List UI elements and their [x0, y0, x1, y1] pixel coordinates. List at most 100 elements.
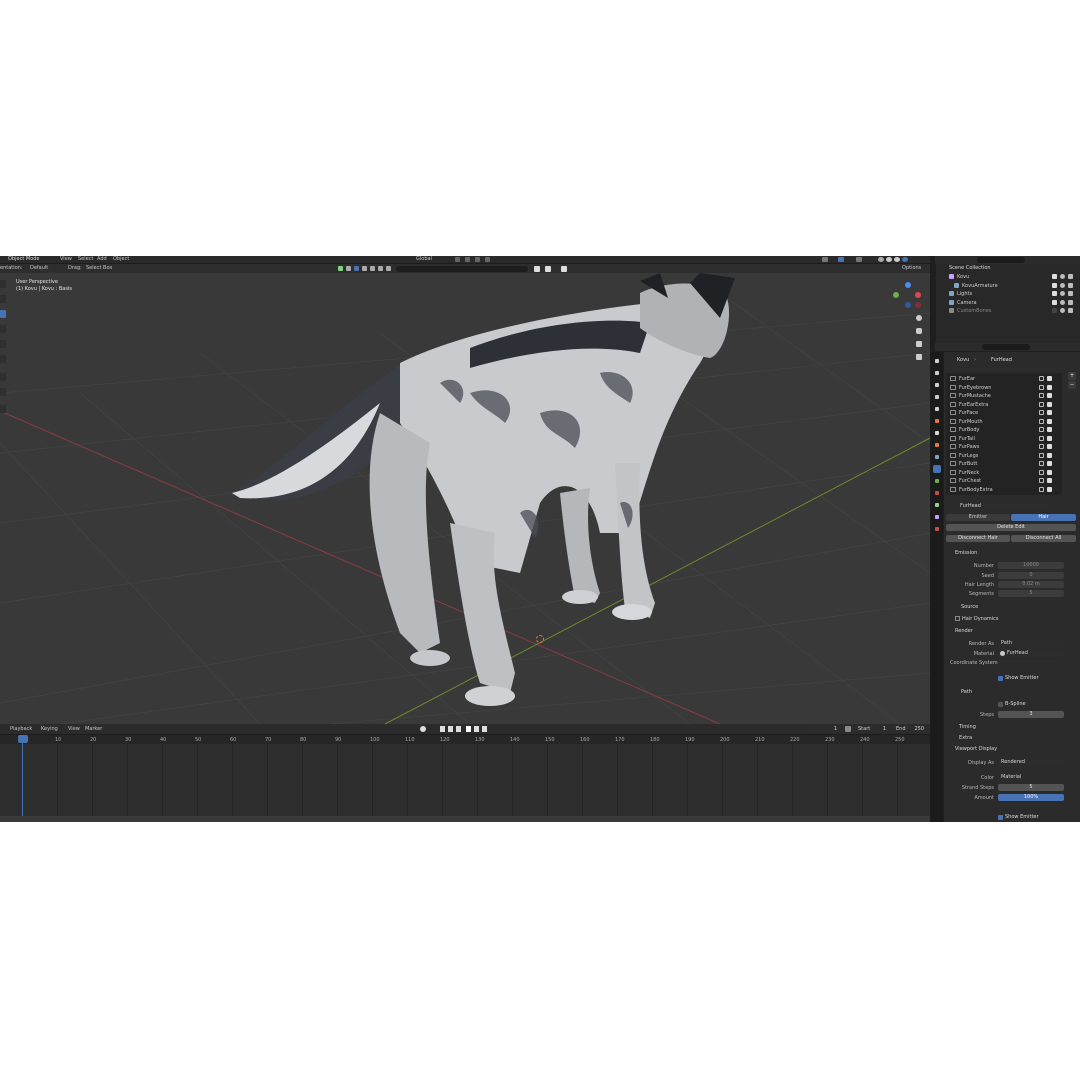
emitter-tab[interactable]: Emitter [946, 514, 1010, 521]
menu-playback[interactable]: Playback [10, 727, 32, 732]
render-visibility-icon[interactable] [1047, 486, 1052, 492]
material-tab-icon[interactable] [933, 513, 941, 521]
render-visibility-icon[interactable] [1047, 427, 1052, 432]
object-tab-icon[interactable] [933, 441, 941, 449]
exclude-checkbox[interactable] [1052, 299, 1057, 305]
render-visibility-icon[interactable] [1047, 452, 1052, 458]
viewport-visibility-icon[interactable] [1039, 393, 1044, 398]
current-frame-marker[interactable] [18, 735, 28, 743]
extra-panel-header[interactable]: Extra [959, 735, 972, 741]
snapping-tools[interactable] [455, 257, 495, 262]
timing-panel-header[interactable]: Timing [959, 724, 976, 730]
disconnect-hair-button[interactable]: Disconnect Hair [946, 535, 1010, 542]
path-subpanel-header[interactable]: Path [961, 689, 972, 695]
particle-system-item[interactable]: FurPaws [948, 443, 1058, 451]
hair-dynamics-panel-header[interactable]: Hair Dynamics [962, 616, 999, 622]
3d-viewport[interactable] [0, 273, 930, 724]
menu-view[interactable]: View [60, 257, 72, 262]
particle-system-item[interactable]: FurEyebrown [948, 384, 1058, 392]
particle-system-item[interactable]: FurEarExtra [948, 401, 1058, 409]
eye-icon[interactable] [1060, 274, 1065, 279]
wolf-model[interactable] [0, 273, 930, 724]
particle-system-item[interactable]: FurFace [948, 409, 1058, 417]
outliner-search-input[interactable] [977, 257, 1025, 263]
eye-icon[interactable] [1060, 299, 1065, 305]
viewport-visibility-icon[interactable] [1039, 469, 1044, 475]
menu-add[interactable]: Add [97, 257, 107, 262]
timeline-scrollbar[interactable] [0, 816, 930, 822]
playback-controls[interactable] [440, 726, 490, 732]
orientation-dropdown[interactable]: Default [30, 266, 48, 271]
tool-tab-icon[interactable] [933, 357, 941, 365]
options-button[interactable]: Options [902, 266, 921, 271]
viewport-visibility-icon[interactable] [1039, 461, 1044, 466]
render-visibility-icon[interactable] [1047, 418, 1052, 424]
particle-system-item[interactable]: FurMouth [948, 418, 1058, 426]
color-dropdown[interactable]: Material [998, 774, 1064, 781]
navigation-gizmo[interactable] [893, 282, 923, 312]
render-visibility-icon[interactable] [1047, 435, 1052, 441]
menu-object[interactable]: Object [113, 257, 129, 262]
collection-tab-icon[interactable] [933, 429, 941, 437]
viewport-visibility-icon[interactable] [1039, 486, 1044, 492]
seed-field[interactable]: 0 [998, 572, 1064, 579]
display-show-emitter-checkbox[interactable] [998, 815, 1003, 820]
outliner-row[interactable]: Camera [940, 299, 1078, 307]
transform-tool-icon[interactable] [0, 355, 6, 363]
camera-render-icon[interactable] [1068, 308, 1073, 313]
particle-system-item[interactable]: FurChest [948, 477, 1058, 485]
hair-tab[interactable]: Hair [1011, 514, 1076, 521]
world-tab-icon[interactable] [933, 417, 941, 425]
eye-icon[interactable] [1060, 308, 1065, 313]
strand-steps-field[interactable]: 5 [998, 784, 1064, 791]
exclude-checkbox[interactable] [1052, 291, 1057, 296]
particle-system-name-field[interactable]: FurHead [957, 503, 1049, 510]
modifier-tab-icon[interactable] [933, 453, 941, 461]
viewport-visibility-icon[interactable] [1039, 435, 1044, 441]
menu-marker[interactable]: Marker [85, 727, 102, 732]
viewport-visibility-icon[interactable] [1039, 410, 1044, 415]
scale-tool-icon[interactable] [0, 340, 6, 348]
display-as-dropdown[interactable]: Rendered [998, 759, 1064, 766]
physics-tab-icon[interactable] [933, 477, 941, 485]
render-visibility-icon[interactable] [1047, 384, 1052, 390]
visibility-filter-icons[interactable] [338, 265, 394, 272]
viewport-visibility-icon[interactable] [1039, 384, 1044, 390]
viewport-visibility-icon[interactable] [1039, 478, 1044, 483]
outliner-row[interactable]: CustomBones [940, 307, 1078, 315]
render-as-dropdown[interactable]: Path [998, 640, 1064, 647]
render-visibility-icon[interactable] [1047, 410, 1052, 415]
outliner-row[interactable]: Lights [940, 290, 1078, 298]
camera-render-icon[interactable] [1068, 291, 1073, 296]
particle-system-item[interactable]: FurButt [948, 460, 1058, 468]
remove-particle-system-button[interactable]: − [1068, 381, 1076, 389]
view-layer-tab-icon[interactable] [933, 393, 941, 401]
eye-icon[interactable] [1060, 291, 1065, 296]
source-subpanel[interactable]: Source [961, 604, 978, 610]
viewport-navigation-icons[interactable] [914, 315, 924, 365]
exclude-checkbox[interactable] [1052, 308, 1057, 313]
viewport-visibility-icon[interactable] [1039, 452, 1044, 458]
breadcrumb-object[interactable]: Kovu [957, 358, 969, 363]
render-visibility-icon[interactable] [1047, 444, 1052, 449]
record-button[interactable] [420, 726, 426, 732]
camera-render-icon[interactable] [1068, 274, 1073, 279]
menu-timeline-view[interactable]: View [68, 727, 80, 732]
outliner-row[interactable]: Kovu [940, 273, 1078, 281]
3d-cursor-icon[interactable] [536, 635, 544, 643]
menu-keying[interactable]: Keying [41, 727, 58, 732]
render-visibility-icon[interactable] [1047, 393, 1052, 398]
viewport-visibility-icon[interactable] [1039, 376, 1044, 381]
menu-select[interactable]: Select [78, 257, 93, 262]
particle-system-item[interactable]: FurLegs [948, 452, 1058, 460]
material-dropdown[interactable]: FurHead [998, 650, 1064, 657]
render-visibility-icon[interactable] [1047, 478, 1052, 483]
exclude-checkbox[interactable] [1052, 274, 1057, 279]
move-tool-icon[interactable] [0, 310, 6, 318]
render-panel-header[interactable]: Render [955, 628, 973, 634]
measure-tool-icon[interactable] [0, 388, 6, 396]
steps-field[interactable]: 3 [998, 711, 1064, 718]
viewport-visibility-icon[interactable] [1039, 401, 1044, 407]
emission-panel-header[interactable]: Emission [955, 550, 977, 556]
mode-selector[interactable]: Object Mode [8, 257, 40, 262]
